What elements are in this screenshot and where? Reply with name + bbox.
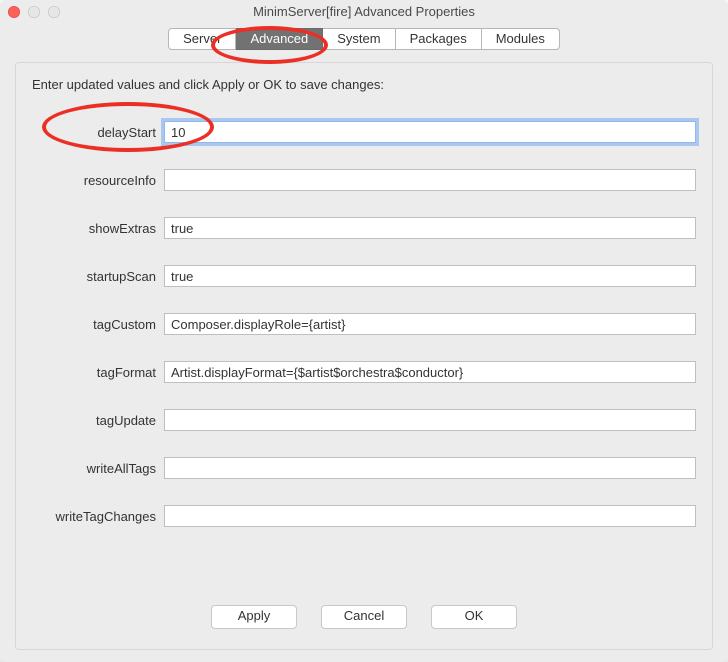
label-tagUpdate: tagUpdate bbox=[32, 413, 156, 428]
ok-button[interactable]: OK bbox=[431, 605, 517, 629]
cancel-button[interactable]: Cancel bbox=[321, 605, 407, 629]
minimize-icon[interactable] bbox=[28, 6, 40, 18]
tab-system[interactable]: System bbox=[323, 28, 395, 50]
tab-packages[interactable]: Packages bbox=[396, 28, 482, 50]
window: MinimServer[fire] Advanced Properties Se… bbox=[0, 0, 728, 662]
close-icon[interactable] bbox=[8, 6, 20, 18]
input-writeAllTags[interactable] bbox=[164, 457, 696, 479]
label-writeTagChanges: writeTagChanges bbox=[32, 509, 156, 524]
row-tagCustom: tagCustom bbox=[32, 300, 696, 348]
label-delayStart: delayStart bbox=[32, 125, 156, 140]
label-resourceInfo: resourceInfo bbox=[32, 173, 156, 188]
input-startupScan[interactable] bbox=[164, 265, 696, 287]
label-showExtras: showExtras bbox=[32, 221, 156, 236]
traffic-lights bbox=[8, 6, 60, 18]
row-showExtras: showExtras bbox=[32, 204, 696, 252]
tab-row: Server Advanced System Packages Modules bbox=[0, 24, 728, 50]
zoom-icon[interactable] bbox=[48, 6, 60, 18]
label-tagCustom: tagCustom bbox=[32, 317, 156, 332]
row-resourceInfo: resourceInfo bbox=[32, 156, 696, 204]
row-writeAllTags: writeAllTags bbox=[32, 444, 696, 492]
apply-button[interactable]: Apply bbox=[211, 605, 297, 629]
input-showExtras[interactable] bbox=[164, 217, 696, 239]
label-tagFormat: tagFormat bbox=[32, 365, 156, 380]
row-startupScan: startupScan bbox=[32, 252, 696, 300]
instruction-text: Enter updated values and click Apply or … bbox=[32, 77, 696, 92]
titlebar: MinimServer[fire] Advanced Properties bbox=[0, 0, 728, 24]
tab-modules[interactable]: Modules bbox=[482, 28, 560, 50]
row-tagFormat: tagFormat bbox=[32, 348, 696, 396]
tab-segment: Server Advanced System Packages Modules bbox=[168, 28, 560, 50]
tab-advanced[interactable]: Advanced bbox=[236, 28, 323, 50]
input-delayStart[interactable] bbox=[164, 121, 696, 143]
input-tagCustom[interactable] bbox=[164, 313, 696, 335]
row-delayStart: delayStart bbox=[32, 108, 696, 156]
label-writeAllTags: writeAllTags bbox=[32, 461, 156, 476]
window-title: MinimServer[fire] Advanced Properties bbox=[253, 4, 475, 19]
properties-panel: Enter updated values and click Apply or … bbox=[15, 62, 713, 650]
input-writeTagChanges[interactable] bbox=[164, 505, 696, 527]
input-resourceInfo[interactable] bbox=[164, 169, 696, 191]
input-tagUpdate[interactable] bbox=[164, 409, 696, 431]
row-tagUpdate: tagUpdate bbox=[32, 396, 696, 444]
label-startupScan: startupScan bbox=[32, 269, 156, 284]
button-row: Apply Cancel OK bbox=[16, 605, 712, 629]
row-writeTagChanges: writeTagChanges bbox=[32, 492, 696, 540]
tab-server[interactable]: Server bbox=[168, 28, 236, 50]
input-tagFormat[interactable] bbox=[164, 361, 696, 383]
